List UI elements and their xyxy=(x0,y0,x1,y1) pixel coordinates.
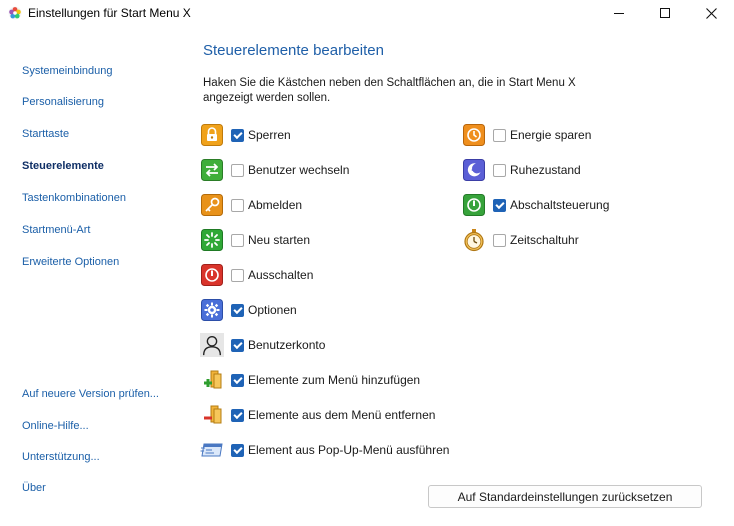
option-label: Ruhezustand xyxy=(510,163,581,177)
maximize-button[interactable] xyxy=(642,0,688,26)
online-help-link[interactable]: Online-Hilfe... xyxy=(22,420,89,432)
restart-icon xyxy=(200,228,224,252)
checkbox-neu-starten[interactable] xyxy=(231,233,244,247)
option-popup-ausfuehren[interactable]: Element aus Pop-Up-Menü ausführen xyxy=(200,436,449,464)
minimize-icon xyxy=(614,12,624,14)
sidebar-item-steuerelemente[interactable]: Steuerelemente xyxy=(22,160,104,172)
minimize-button[interactable] xyxy=(596,0,642,26)
checkbox-ruhezustand[interactable] xyxy=(493,163,506,177)
checkbox-elemente-entfernen[interactable] xyxy=(231,408,244,422)
option-elemente-hinzufuegen[interactable]: Elemente zum Menü hinzufügen xyxy=(200,366,420,394)
remove-items-icon xyxy=(200,403,224,427)
checkbox-benutzer-wechseln[interactable] xyxy=(231,163,244,177)
page-description: Haken Sie die Kästchen neben den Schaltf… xyxy=(203,77,576,104)
lock-icon xyxy=(200,123,224,147)
option-label: Benutzerkonto xyxy=(248,338,326,352)
hibernate-moon-icon xyxy=(462,158,486,182)
option-label: Elemente aus dem Menü entfernen xyxy=(248,408,436,422)
run-popup-icon xyxy=(200,438,224,462)
about-link[interactable]: Über xyxy=(22,482,46,494)
add-items-icon xyxy=(200,368,224,392)
maximize-icon xyxy=(660,8,670,18)
sidebar-item-tastenkombinationen[interactable]: Tastenkombinationen xyxy=(22,192,126,204)
option-elemente-entfernen[interactable]: Elemente aus dem Menü entfernen xyxy=(200,401,435,429)
option-label: Zeitschaltuhr xyxy=(510,233,579,247)
checkbox-popup-ausfuehren[interactable] xyxy=(231,443,244,457)
option-energie-sparen[interactable]: Energie sparen xyxy=(462,121,591,149)
option-label: Abschaltsteuerung xyxy=(510,198,610,212)
option-benutzer-wechseln[interactable]: Benutzer wechseln xyxy=(200,156,349,184)
app-logo-icon xyxy=(8,6,22,20)
close-button[interactable] xyxy=(688,0,734,26)
checkbox-elemente-hinzufuegen[interactable] xyxy=(231,373,244,387)
checkbox-optionen[interactable] xyxy=(231,303,244,317)
checkbox-energie-sparen[interactable] xyxy=(493,128,506,142)
option-label: Sperren xyxy=(248,128,291,142)
option-label: Optionen xyxy=(248,303,297,317)
support-link[interactable]: Unterstützung... xyxy=(22,451,100,463)
option-benutzerkonto[interactable]: Benutzerkonto xyxy=(200,331,325,359)
power-off-icon xyxy=(200,263,224,287)
option-label: Abmelden xyxy=(248,198,303,212)
sidebar-item-personalisierung[interactable]: Personalisierung xyxy=(22,96,104,108)
key-icon xyxy=(200,193,224,217)
option-label: Element aus Pop-Up-Menü ausführen xyxy=(248,443,450,457)
option-sperren[interactable]: Sperren xyxy=(200,121,291,149)
checkbox-abschaltsteuerung[interactable] xyxy=(493,198,506,212)
option-abmelden[interactable]: Abmelden xyxy=(200,191,302,219)
option-abschaltsteuerung[interactable]: Abschaltsteuerung xyxy=(462,191,609,219)
sidebar: Systemeinbindung Personalisierung Startt… xyxy=(0,26,190,526)
option-ruhezustand[interactable]: Ruhezustand xyxy=(462,156,581,184)
close-icon xyxy=(705,7,717,19)
option-label: Energie sparen xyxy=(510,128,592,142)
option-label: Benutzer wechseln xyxy=(248,163,350,177)
checkbox-zeitschaltuhr[interactable] xyxy=(493,233,506,247)
sleep-power-icon xyxy=(462,123,486,147)
page-title: Steuerelemente bearbeiten xyxy=(203,42,384,59)
gear-icon xyxy=(200,298,224,322)
option-optionen[interactable]: Optionen xyxy=(200,296,297,324)
checkbox-sperren[interactable] xyxy=(231,128,244,142)
option-label: Elemente zum Menü hinzufügen xyxy=(248,373,421,387)
check-update-link[interactable]: Auf neuere Version prüfen... xyxy=(22,388,159,400)
checkbox-abmelden[interactable] xyxy=(231,198,244,212)
option-ausschalten[interactable]: Ausschalten xyxy=(200,261,313,289)
checkbox-ausschalten[interactable] xyxy=(231,268,244,282)
window-title: Einstellungen für Start Menu X xyxy=(28,6,191,20)
reset-defaults-button[interactable]: Auf Standardeinstellungen zurücksetzen xyxy=(428,485,702,508)
title-bar: Einstellungen für Start Menu X xyxy=(0,0,734,26)
sidebar-item-startmenue-art[interactable]: Startmenü-Art xyxy=(22,224,90,236)
option-label: Ausschalten xyxy=(248,268,314,282)
sidebar-item-erweiterte-optionen[interactable]: Erweiterte Optionen xyxy=(22,256,119,268)
option-neu-starten[interactable]: Neu starten xyxy=(200,226,310,254)
shutdown-control-icon xyxy=(462,193,486,217)
option-zeitschaltuhr[interactable]: Zeitschaltuhr xyxy=(462,226,579,254)
switch-user-icon xyxy=(200,158,224,182)
sidebar-item-systemeinbindung[interactable]: Systemeinbindung xyxy=(22,65,113,77)
option-label: Neu starten xyxy=(248,233,311,247)
sidebar-item-starttaste[interactable]: Starttaste xyxy=(22,128,69,140)
user-icon xyxy=(200,333,224,357)
timer-clock-icon xyxy=(462,228,486,252)
checkbox-benutzerkonto[interactable] xyxy=(231,338,244,352)
